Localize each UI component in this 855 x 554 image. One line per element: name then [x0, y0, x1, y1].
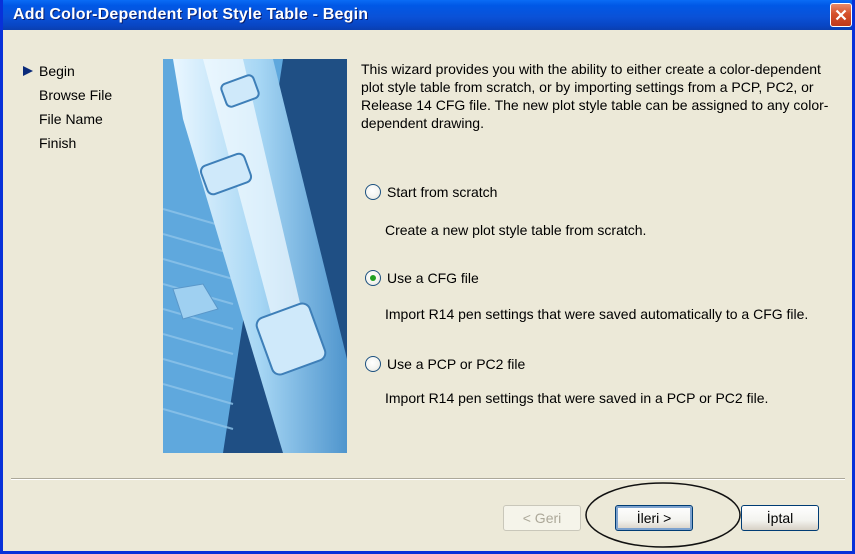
- step-label: Browse File: [39, 87, 113, 103]
- option-description: Import R14 pen settings that were saved …: [385, 390, 769, 406]
- radio-start-from-scratch[interactable]: Start from scratch: [365, 184, 497, 200]
- option-label: Use a CFG file: [387, 270, 479, 286]
- radio-button[interactable]: [365, 270, 381, 286]
- step-file-name: File Name: [23, 108, 112, 132]
- option-description: Create a new plot style table from scrat…: [385, 222, 647, 238]
- wizard-dialog: Add Color-Dependent Plot Style Table - B…: [0, 0, 855, 554]
- close-button[interactable]: [830, 3, 852, 27]
- radio-use-pcp-file[interactable]: Use a PCP or PC2 file: [365, 356, 525, 372]
- radio-button[interactable]: [365, 184, 381, 200]
- back-button[interactable]: < Geri: [503, 505, 581, 531]
- wizard-steps: Begin Browse File File Name Finish: [23, 60, 112, 156]
- step-label: Finish: [39, 135, 77, 151]
- title-bar[interactable]: Add Color-Dependent Plot Style Table - B…: [3, 0, 852, 30]
- radio-check-icon: [370, 275, 376, 281]
- step-finish: Finish: [23, 132, 112, 156]
- option-label: Use a PCP or PC2 file: [387, 356, 526, 372]
- step-browse-file: Browse File: [23, 84, 112, 108]
- intro-text: This wizard provides you with the abilit…: [361, 61, 829, 131]
- highlight-ellipse: [585, 482, 741, 548]
- step-begin: Begin: [23, 60, 112, 84]
- window-title: Add Color-Dependent Plot Style Table - B…: [13, 6, 369, 23]
- cancel-button[interactable]: İptal: [741, 505, 819, 531]
- step-label: Begin: [39, 63, 75, 79]
- step-label: File Name: [39, 111, 103, 127]
- close-icon: [835, 9, 847, 21]
- radio-button[interactable]: [365, 356, 381, 372]
- wizard-content: This wizard provides you with the abilit…: [361, 60, 841, 132]
- wizard-side-image: [163, 59, 347, 453]
- radio-use-cfg-file[interactable]: Use a CFG file: [365, 270, 479, 286]
- triangle-right-icon: [23, 66, 33, 76]
- option-label: Start from scratch: [387, 184, 498, 200]
- option-description: Import R14 pen settings that were saved …: [385, 306, 809, 322]
